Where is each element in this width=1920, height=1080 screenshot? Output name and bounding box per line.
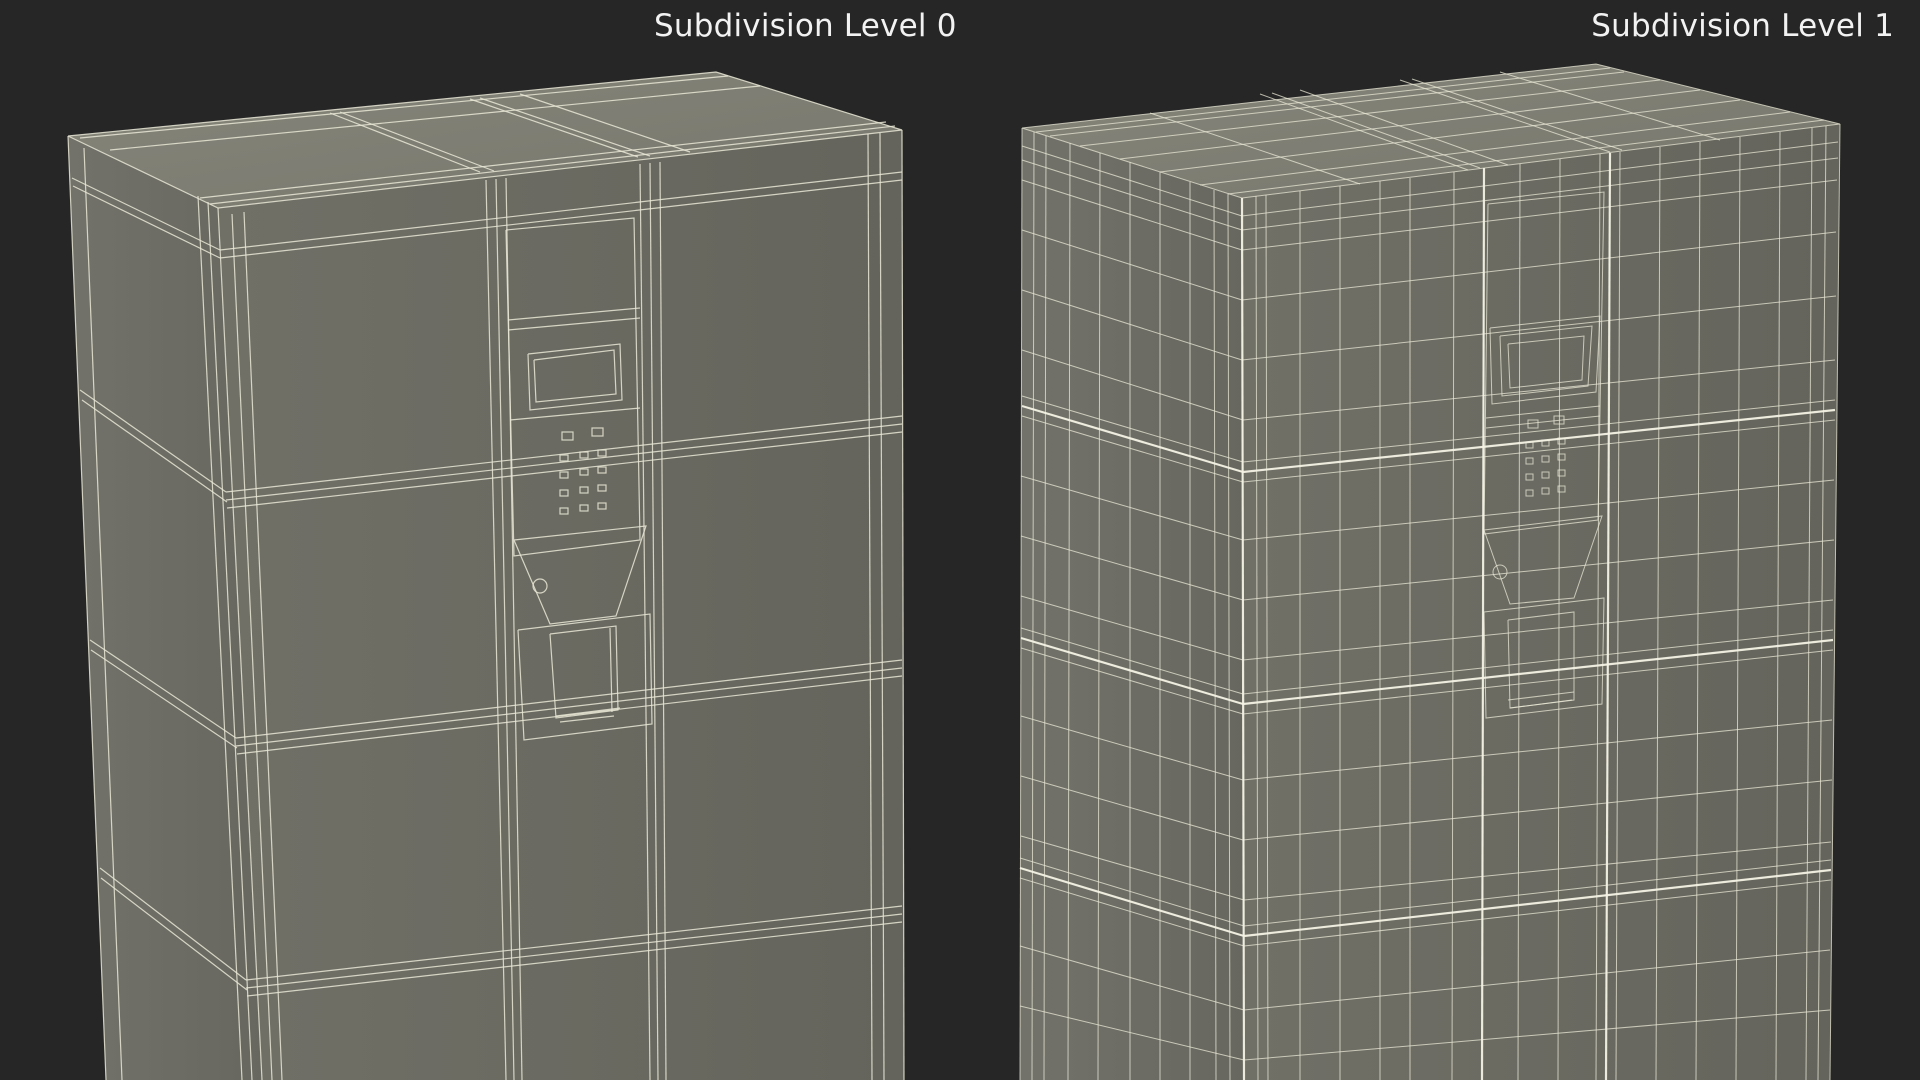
render-viewport: Subdivision Level 0 Subdivision Level 1 xyxy=(0,0,1920,1080)
locker-model-level-1 xyxy=(1019,63,1841,1080)
left-face xyxy=(1020,128,1244,1080)
front-face xyxy=(218,130,904,1080)
wireframe-render xyxy=(67,63,1841,1080)
locker-model-level-0 xyxy=(67,71,905,1080)
